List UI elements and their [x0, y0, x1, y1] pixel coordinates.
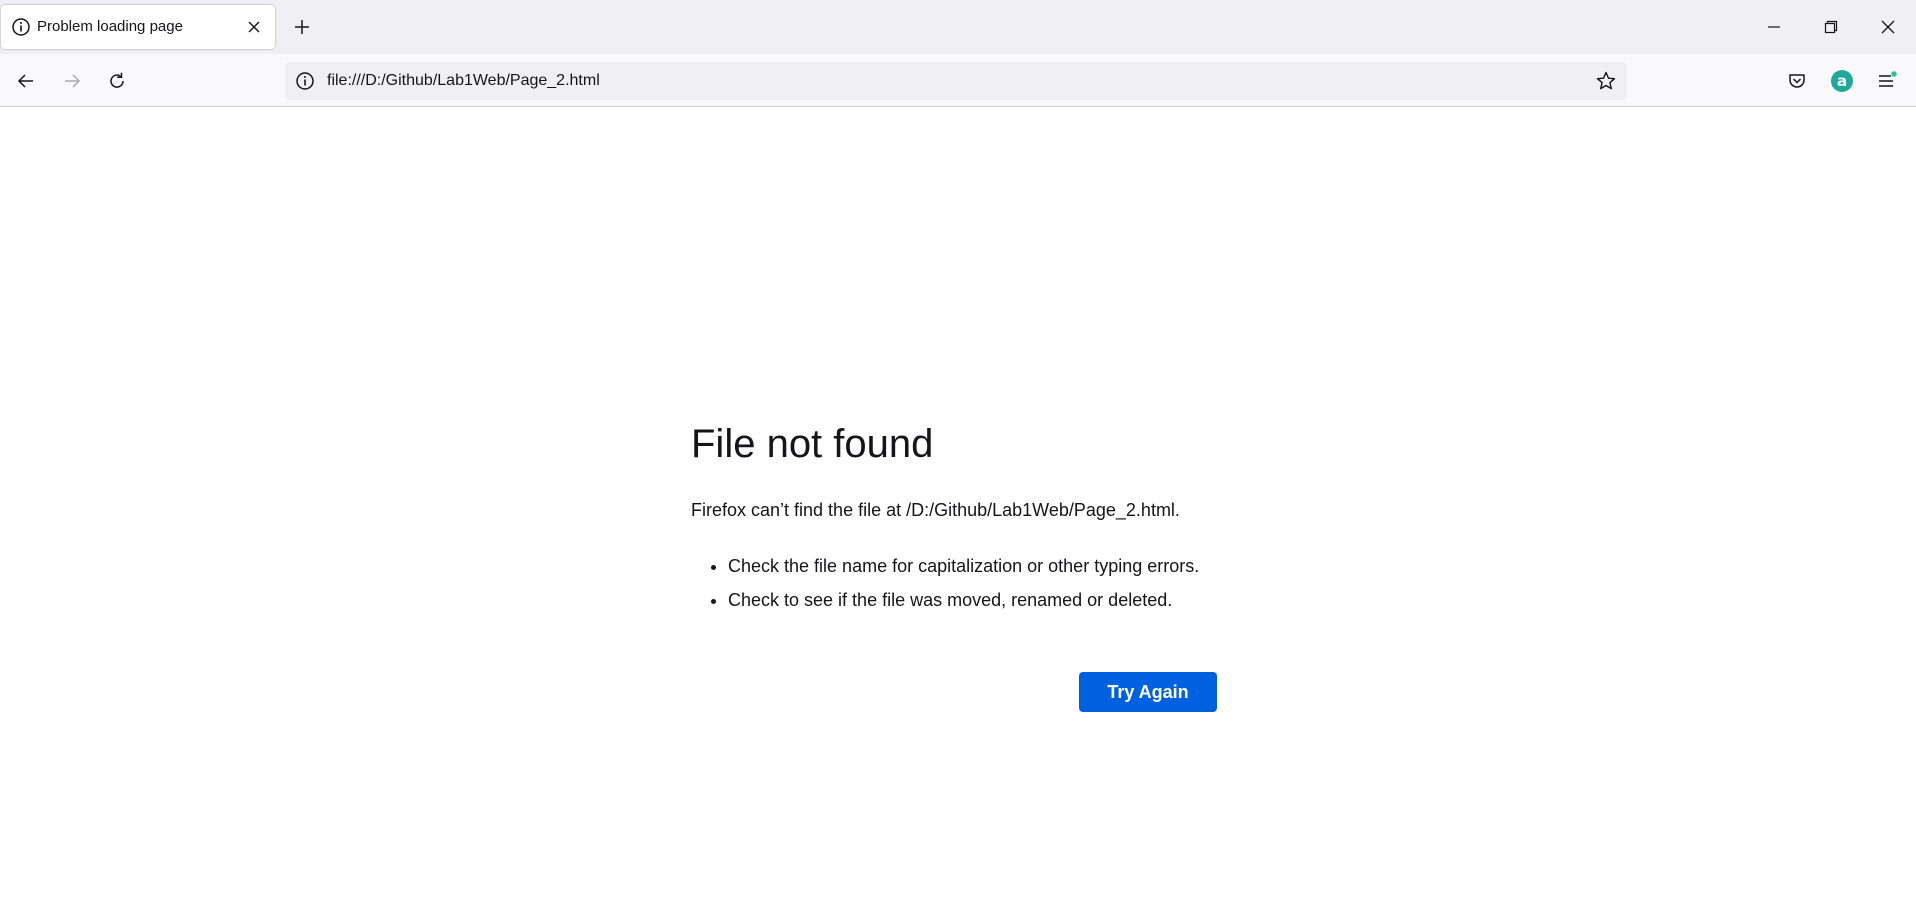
account-button[interactable]: a: [1826, 65, 1858, 97]
pocket-button[interactable]: [1781, 65, 1813, 97]
url-text[interactable]: file:///D:/Github/Lab1Web/Page_2.html: [327, 72, 600, 90]
browser-window: Problem loading page file:///D:/Github/L…: [0, 0, 1916, 901]
arrow-right-icon: [65, 74, 81, 88]
app-menu-button[interactable]: [1871, 65, 1903, 97]
url-bar[interactable]: file:///D:/Github/Lab1Web/Page_2.html: [285, 62, 1627, 100]
window-restore-button[interactable]: [1813, 10, 1849, 44]
info-icon[interactable]: [295, 71, 315, 91]
window-minimize-button[interactable]: [1756, 10, 1792, 44]
tab-strip: Problem loading page: [0, 0, 1916, 54]
back-button[interactable]: [10, 65, 42, 97]
tab-close-button[interactable]: [244, 17, 264, 37]
star-icon[interactable]: [1595, 70, 1617, 92]
tab-active[interactable]: Problem loading page: [1, 5, 275, 49]
arrow-left-icon: [17, 74, 33, 88]
error-description: Firefox can’t find the file at /D:/Githu…: [691, 500, 1180, 520]
avatar: a: [1831, 70, 1853, 92]
reload-button[interactable]: [101, 65, 133, 97]
page-title: File not found: [691, 422, 934, 466]
try-again-button[interactable]: Try Again: [1079, 672, 1217, 712]
tab-title: Problem loading page: [37, 18, 183, 35]
restore-icon: [1824, 20, 1838, 34]
window-close-button[interactable]: [1870, 10, 1906, 44]
suggestion-list: Check the file name for capitalization o…: [691, 549, 1251, 617]
minimize-icon: [1768, 26, 1780, 28]
page-content: File not found Firefox can’t find the fi…: [0, 107, 1916, 901]
reload-icon: [110, 72, 124, 88]
close-icon: [248, 21, 260, 33]
close-icon: [1881, 20, 1895, 34]
info-icon: [11, 17, 31, 37]
list-item: Check to see if the file was moved, rena…: [728, 583, 1251, 617]
list-item: Check the file name for capitalization o…: [728, 549, 1251, 583]
forward-button[interactable]: [56, 65, 88, 97]
notification-dot: [1891, 71, 1897, 77]
pocket-icon: [1789, 74, 1805, 88]
error-container: File not found Firefox can’t find the fi…: [691, 420, 1251, 712]
new-tab-button[interactable]: [288, 13, 316, 41]
hamburger-menu-icon: [1879, 71, 1897, 87]
navigation-toolbar: file:///D:/Github/Lab1Web/Page_2.html a: [0, 54, 1916, 107]
plus-icon: [295, 20, 309, 34]
